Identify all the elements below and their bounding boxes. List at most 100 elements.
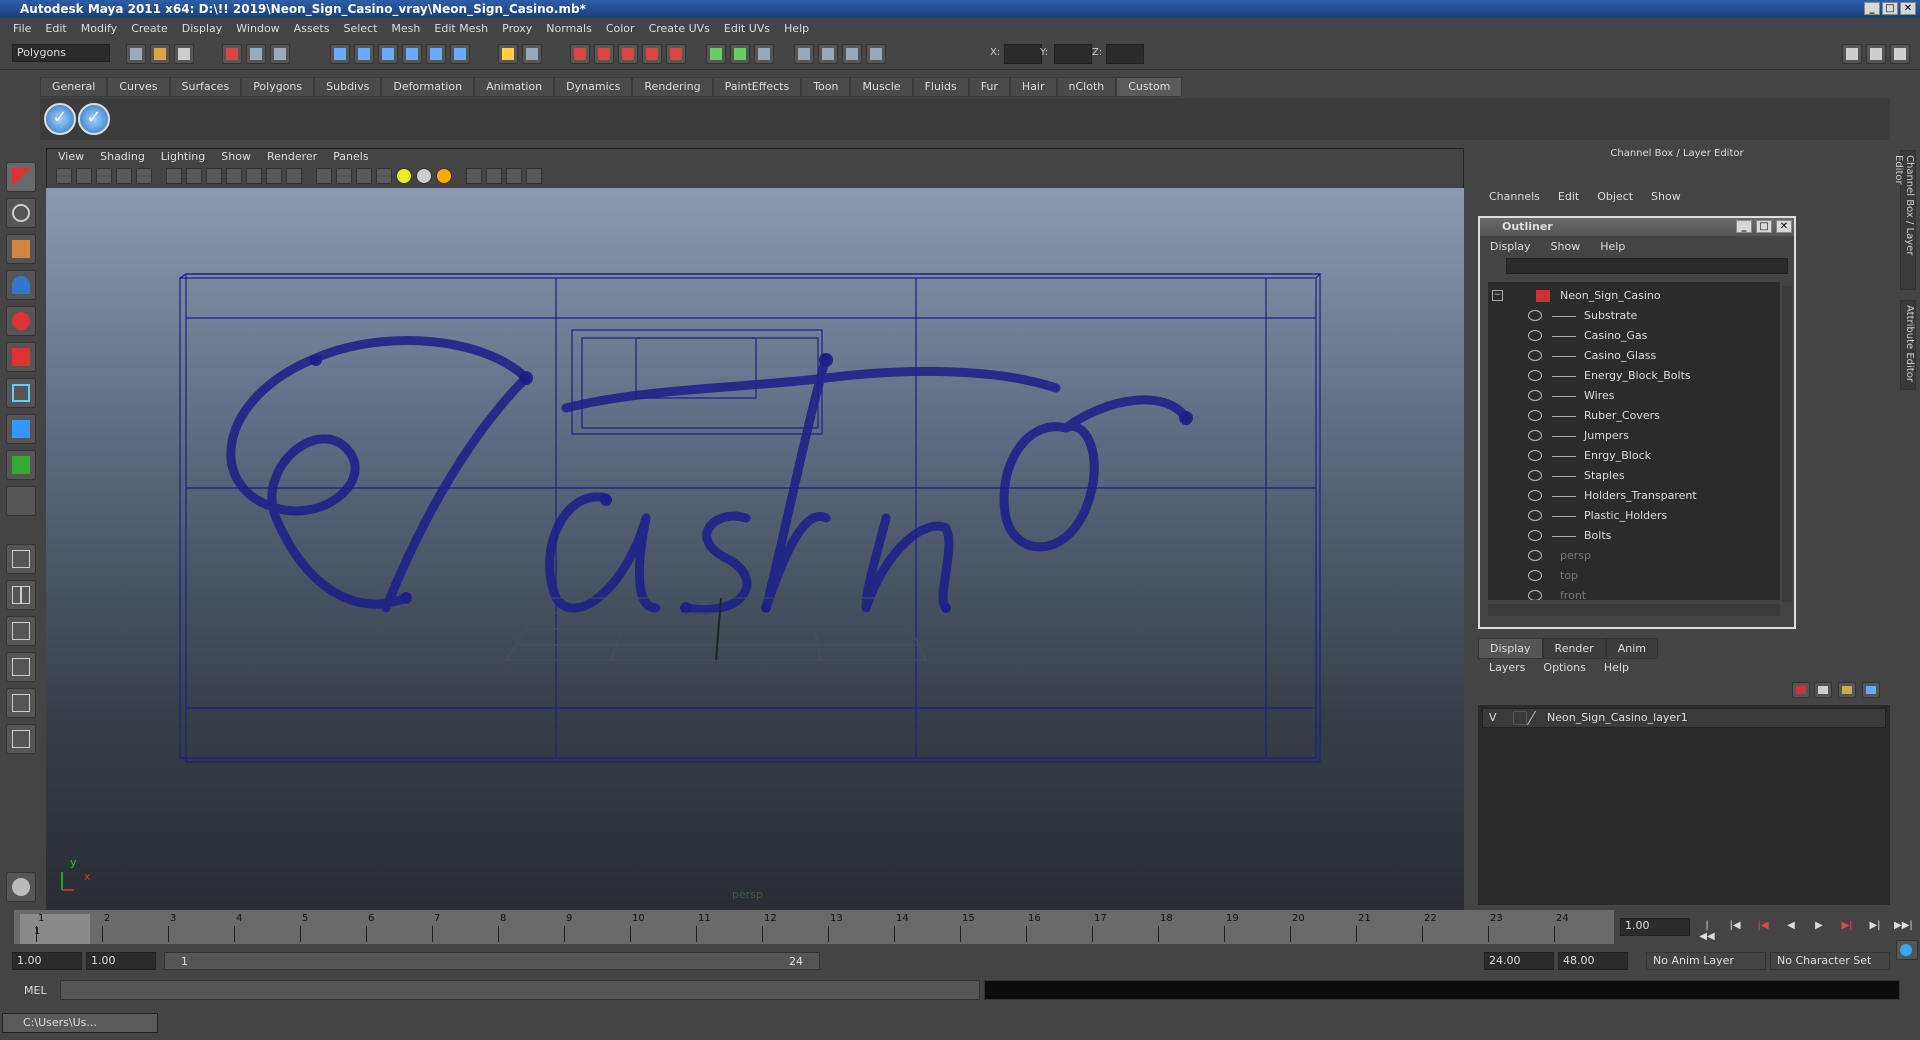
grease-pencil-icon[interactable]	[136, 168, 152, 184]
vp-menu-lighting[interactable]: Lighting	[153, 150, 213, 166]
step-back-frame-icon[interactable]: |◀	[1726, 920, 1744, 936]
mel-command-input[interactable]	[60, 980, 980, 1000]
shelf-tab-animation[interactable]: Animation	[474, 77, 555, 97]
new-scene-icon[interactable]	[126, 44, 146, 64]
step-forward-frame-icon[interactable]: ▶|	[1866, 920, 1884, 936]
ol-menu-display[interactable]: Display	[1480, 240, 1541, 253]
isolate-select-icon[interactable]	[466, 168, 482, 184]
close-button[interactable]: ✕	[1900, 2, 1916, 15]
safe-action-icon[interactable]	[266, 168, 282, 184]
shelf-tab-muscle[interactable]: Muscle	[850, 77, 913, 97]
wireframe-icon[interactable]	[316, 168, 332, 184]
new-layer-icon[interactable]	[1838, 682, 1856, 698]
render-view-icon[interactable]	[666, 44, 686, 64]
outliner-camera-item[interactable]: front	[1488, 586, 1778, 600]
cb-menu-object[interactable]: Object	[1588, 190, 1642, 203]
outliner-item[interactable]: Casino_Glass	[1488, 346, 1778, 366]
select-object-icon[interactable]	[246, 44, 266, 64]
construction-history-icon[interactable]	[498, 44, 518, 64]
snap-point-icon[interactable]	[378, 44, 398, 64]
outliner-titlebar[interactable]: Outliner _ □ ✕	[1480, 218, 1794, 236]
all-lights-icon[interactable]	[416, 168, 432, 184]
default-light-icon[interactable]	[396, 168, 412, 184]
tool-settings-toggle-icon[interactable]	[1866, 44, 1886, 64]
current-frame-field[interactable]: 1.00	[1620, 918, 1690, 936]
shadows-icon[interactable]	[436, 168, 452, 184]
menu-edit[interactable]: Edit	[38, 22, 73, 35]
mel-label[interactable]: MEL	[24, 984, 47, 997]
two-d-pan-icon[interactable]	[116, 168, 132, 184]
menu-create[interactable]: Create	[124, 22, 175, 35]
cb-menu-channels[interactable]: Channels	[1480, 190, 1549, 203]
outliner-maximize-button[interactable]: □	[1756, 220, 1772, 233]
new-layer-selected-icon[interactable]	[1862, 682, 1880, 698]
wireframe-on-shaded-icon[interactable]	[356, 168, 372, 184]
x-field[interactable]	[1004, 44, 1042, 64]
menu-edit-mesh[interactable]: Edit Mesh	[427, 22, 495, 35]
xray-joints-icon[interactable]	[506, 168, 522, 184]
vp-menu-panels[interactable]: Panels	[325, 150, 376, 166]
range-slider[interactable]: 1 24	[164, 952, 820, 970]
mode-select[interactable]: Polygons	[12, 44, 110, 62]
hypershade-layout-icon[interactable]	[6, 688, 36, 718]
layer-menu-layers[interactable]: Layers	[1480, 661, 1534, 674]
menu-select[interactable]: Select	[336, 22, 384, 35]
shelf-tab-dynamics[interactable]: Dynamics	[554, 77, 633, 97]
xray-components-icon[interactable]	[526, 168, 542, 184]
outliner-item[interactable]: Substrate	[1488, 306, 1778, 326]
preferences-icon[interactable]	[1896, 940, 1918, 960]
outliner-vertical-scrollbar[interactable]	[1782, 286, 1792, 602]
snap-surface-icon[interactable]	[426, 44, 446, 64]
relative-transform-icon[interactable]	[818, 44, 838, 64]
camera-attributes-icon[interactable]	[56, 168, 72, 184]
ol-menu-help[interactable]: Help	[1590, 240, 1635, 253]
outliner-layout-icon[interactable]	[6, 616, 36, 646]
side-tab-channel-box[interactable]: Channel Box / Layer Editor	[1893, 150, 1916, 290]
menu-mesh[interactable]: Mesh	[384, 22, 427, 35]
render-settings-icon[interactable]	[618, 44, 638, 64]
move-tool-icon[interactable]	[6, 270, 36, 300]
shelf-tab-rendering[interactable]: Rendering	[632, 77, 713, 97]
hypershade-icon[interactable]	[642, 44, 662, 64]
panel-layout-icon[interactable]	[794, 44, 814, 64]
outliner-item[interactable]: Wires	[1488, 386, 1778, 406]
shelf-tab-general[interactable]: General	[40, 77, 108, 97]
gate-mask-icon[interactable]	[226, 168, 242, 184]
menu-assets[interactable]: Assets	[287, 22, 337, 35]
rotate-tool-icon[interactable]	[6, 306, 36, 336]
resolution-gate-icon[interactable]	[206, 168, 222, 184]
shelf-tab-surfaces[interactable]: Surfaces	[169, 77, 242, 97]
shelf-tab-painteffects[interactable]: PaintEffects	[712, 77, 802, 97]
menu-normals[interactable]: Normals	[539, 22, 599, 35]
scale-tool-icon[interactable]	[6, 342, 36, 372]
side-tab-attribute-editor[interactable]: Attribute Editor	[1900, 300, 1916, 390]
outliner-camera-item[interactable]: top	[1488, 566, 1778, 586]
four-pane-layout-icon[interactable]	[6, 580, 36, 610]
film-gate-icon[interactable]	[186, 168, 202, 184]
outliner-search-input[interactable]	[1506, 258, 1788, 274]
anim-layer-dropdown[interactable]: No Anim Layer	[1646, 952, 1766, 970]
snap-curve-icon[interactable]	[354, 44, 374, 64]
paint-select-tool-icon[interactable]	[6, 234, 36, 264]
select-hierarchy-icon[interactable]	[222, 44, 242, 64]
outliner-minimize-button[interactable]: _	[1736, 220, 1752, 233]
menu-window[interactable]: Window	[229, 22, 286, 35]
layer-menu-help[interactable]: Help	[1595, 661, 1638, 674]
shelf-tab-toon[interactable]: Toon	[801, 77, 851, 97]
quick-rename-icon[interactable]	[706, 44, 726, 64]
shelf-tab-ncloth[interactable]: nCloth	[1056, 77, 1117, 97]
outliner-item[interactable]: Enrgy_Block	[1488, 446, 1778, 466]
outliner-camera-item[interactable]: persp	[1488, 546, 1778, 566]
time-slider[interactable]	[14, 910, 1614, 944]
minimize-button[interactable]: _	[1864, 2, 1880, 15]
go-to-start-icon[interactable]: |◀◀	[1698, 920, 1716, 942]
z-field[interactable]	[1106, 44, 1144, 64]
last-tool-icon[interactable]	[6, 486, 36, 516]
attribute-editor-toggle-icon[interactable]	[1842, 44, 1862, 64]
soft-mod-tool-icon[interactable]	[6, 414, 36, 444]
channel-icon[interactable]	[754, 44, 774, 64]
cb-menu-show[interactable]: Show	[1642, 190, 1690, 203]
attribute-icon[interactable]	[730, 44, 750, 64]
shelf-checkmark-icon[interactable]: ✓	[44, 103, 76, 135]
step-back-key-icon[interactable]: |◀	[1754, 920, 1772, 936]
